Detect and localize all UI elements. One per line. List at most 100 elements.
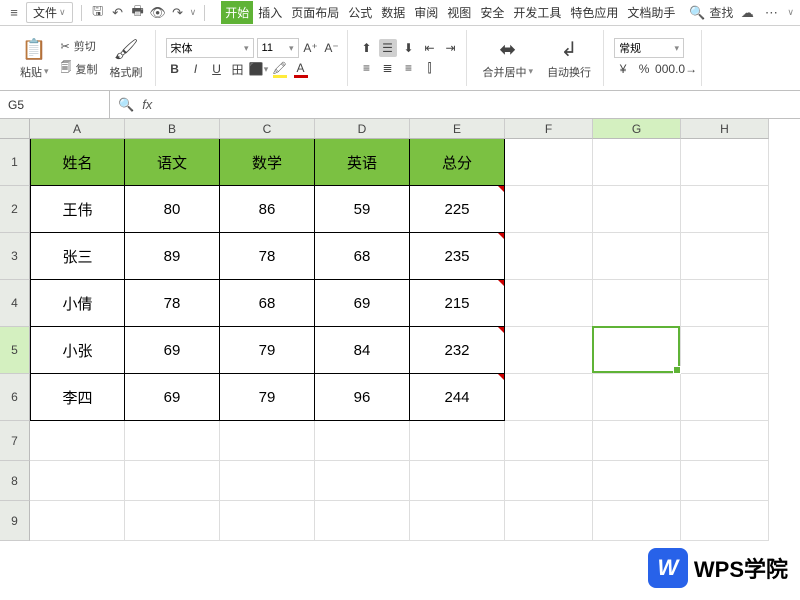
cell-H5[interactable] [681,327,769,374]
row-header-9[interactable]: 9 [0,501,30,541]
fill-setting-button[interactable]: ⬛▾ [250,60,268,78]
increase-font-icon[interactable]: A⁺ [302,39,320,57]
cell-E7[interactable] [410,421,505,461]
wrap-text-button[interactable]: ↲ 自动换行 [541,35,597,82]
cell-H2[interactable] [681,186,769,233]
cell-C7[interactable] [220,421,315,461]
cell-C2[interactable]: 86 [220,186,315,233]
cell-F6[interactable] [505,374,593,421]
cell-B9[interactable] [125,501,220,541]
hamburger-icon[interactable]: ≡ [6,5,22,21]
name-box[interactable]: G5 [0,91,110,118]
tab-9[interactable]: 特色应用 [566,1,622,24]
cell-A7[interactable] [30,421,125,461]
percent-button[interactable]: % [635,60,653,78]
cell-D6[interactable]: 96 [315,374,410,421]
cell-A3[interactable]: 张三 [30,233,125,280]
cell-H8[interactable] [681,461,769,501]
col-header-G[interactable]: G [593,119,681,139]
align-center-icon[interactable]: ≣ [379,59,397,77]
cell-D5[interactable]: 84 [315,327,410,374]
cell-E6[interactable]: 244 [410,374,505,421]
expand-fx-icon[interactable]: 🔍 [118,97,134,113]
chevron-down-icon[interactable]: ∨ [787,7,794,18]
cell-E4[interactable]: 215 [410,280,505,327]
cell-D2[interactable]: 59 [315,186,410,233]
cell-F7[interactable] [505,421,593,461]
cell-A4[interactable]: 小倩 [30,280,125,327]
align-right-icon[interactable]: ≡ [400,59,418,77]
cell-G8[interactable] [593,461,681,501]
select-all-corner[interactable] [0,119,30,139]
cell-F1[interactable] [505,139,593,186]
tab-1[interactable]: 插入 [254,1,286,24]
decrease-font-icon[interactable]: A⁻ [323,39,341,57]
cell-C9[interactable] [220,501,315,541]
tab-10[interactable]: 文档助手 [623,1,679,24]
cell-D7[interactable] [315,421,410,461]
number-format-select[interactable]: 常规▾ [614,38,684,58]
cell-C8[interactable] [220,461,315,501]
undo-icon[interactable]: ↶ [110,5,126,21]
cell-G6[interactable] [593,374,681,421]
align-bottom-icon[interactable]: ⬇ [400,39,418,57]
redo-icon[interactable]: ↷ [170,5,186,21]
row-header-5[interactable]: 5 [0,327,30,374]
cell-D8[interactable] [315,461,410,501]
cell-G4[interactable] [593,280,681,327]
preview-icon[interactable]: 👁 [150,5,166,21]
cell-G1[interactable] [593,139,681,186]
cell-E8[interactable] [410,461,505,501]
cell-B5[interactable]: 69 [125,327,220,374]
row-header-3[interactable]: 3 [0,233,30,280]
cell-D3[interactable]: 68 [315,233,410,280]
cell-E9[interactable] [410,501,505,541]
comma-button[interactable]: 000 [656,60,674,78]
row-header-6[interactable]: 6 [0,374,30,421]
cell-G3[interactable] [593,233,681,280]
cell-C4[interactable]: 68 [220,280,315,327]
tab-5[interactable]: 审阅 [410,1,442,24]
font-color-button[interactable]: A [292,60,310,78]
currency-button[interactable]: ¥ [614,60,632,78]
formula-input[interactable] [160,95,792,115]
font-name-select[interactable]: 宋体▾ [166,38,254,58]
align-middle-icon[interactable]: ☰ [379,39,397,57]
cell-E1[interactable]: 总分 [410,139,505,186]
cell-F3[interactable] [505,233,593,280]
file-menu[interactable]: 文件 ∨ [26,2,73,23]
col-header-D[interactable]: D [315,119,410,139]
underline-button[interactable]: U [208,60,226,78]
search-label[interactable]: 查找 [709,4,733,21]
merge-center-button[interactable]: ⬌ 合并居中▾ [477,35,540,82]
cell-G5[interactable] [593,327,681,374]
tab-4[interactable]: 数据 [377,1,409,24]
font-size-select[interactable]: 11▾ [257,38,299,58]
cell-B1[interactable]: 语文 [125,139,220,186]
fill-color-button[interactable]: 🖍 [271,60,289,78]
row-header-4[interactable]: 4 [0,280,30,327]
cell-E2[interactable]: 225 [410,186,505,233]
cell-H3[interactable] [681,233,769,280]
cell-H9[interactable] [681,501,769,541]
indent-right-icon[interactable]: ⇥ [442,39,460,57]
paste-button[interactable]: 📋 粘贴▾ [14,35,55,82]
cell-F4[interactable] [505,280,593,327]
row-header-8[interactable]: 8 [0,461,30,501]
tab-3[interactable]: 公式 [344,1,376,24]
align-left-icon[interactable]: ≡ [358,59,376,77]
tab-0[interactable]: 开始 [221,1,253,24]
cell-C5[interactable]: 79 [220,327,315,374]
cell-E5[interactable]: 232 [410,327,505,374]
cell-A5[interactable]: 小张 [30,327,125,374]
fx-label[interactable]: fx [142,97,152,112]
cell-A6[interactable]: 李四 [30,374,125,421]
cell-H4[interactable] [681,280,769,327]
tab-2[interactable]: 页面布局 [287,1,343,24]
cell-F8[interactable] [505,461,593,501]
indent-left-icon[interactable]: ⇤ [421,39,439,57]
col-header-C[interactable]: C [220,119,315,139]
cell-H7[interactable] [681,421,769,461]
cell-G9[interactable] [593,501,681,541]
cell-C6[interactable]: 79 [220,374,315,421]
